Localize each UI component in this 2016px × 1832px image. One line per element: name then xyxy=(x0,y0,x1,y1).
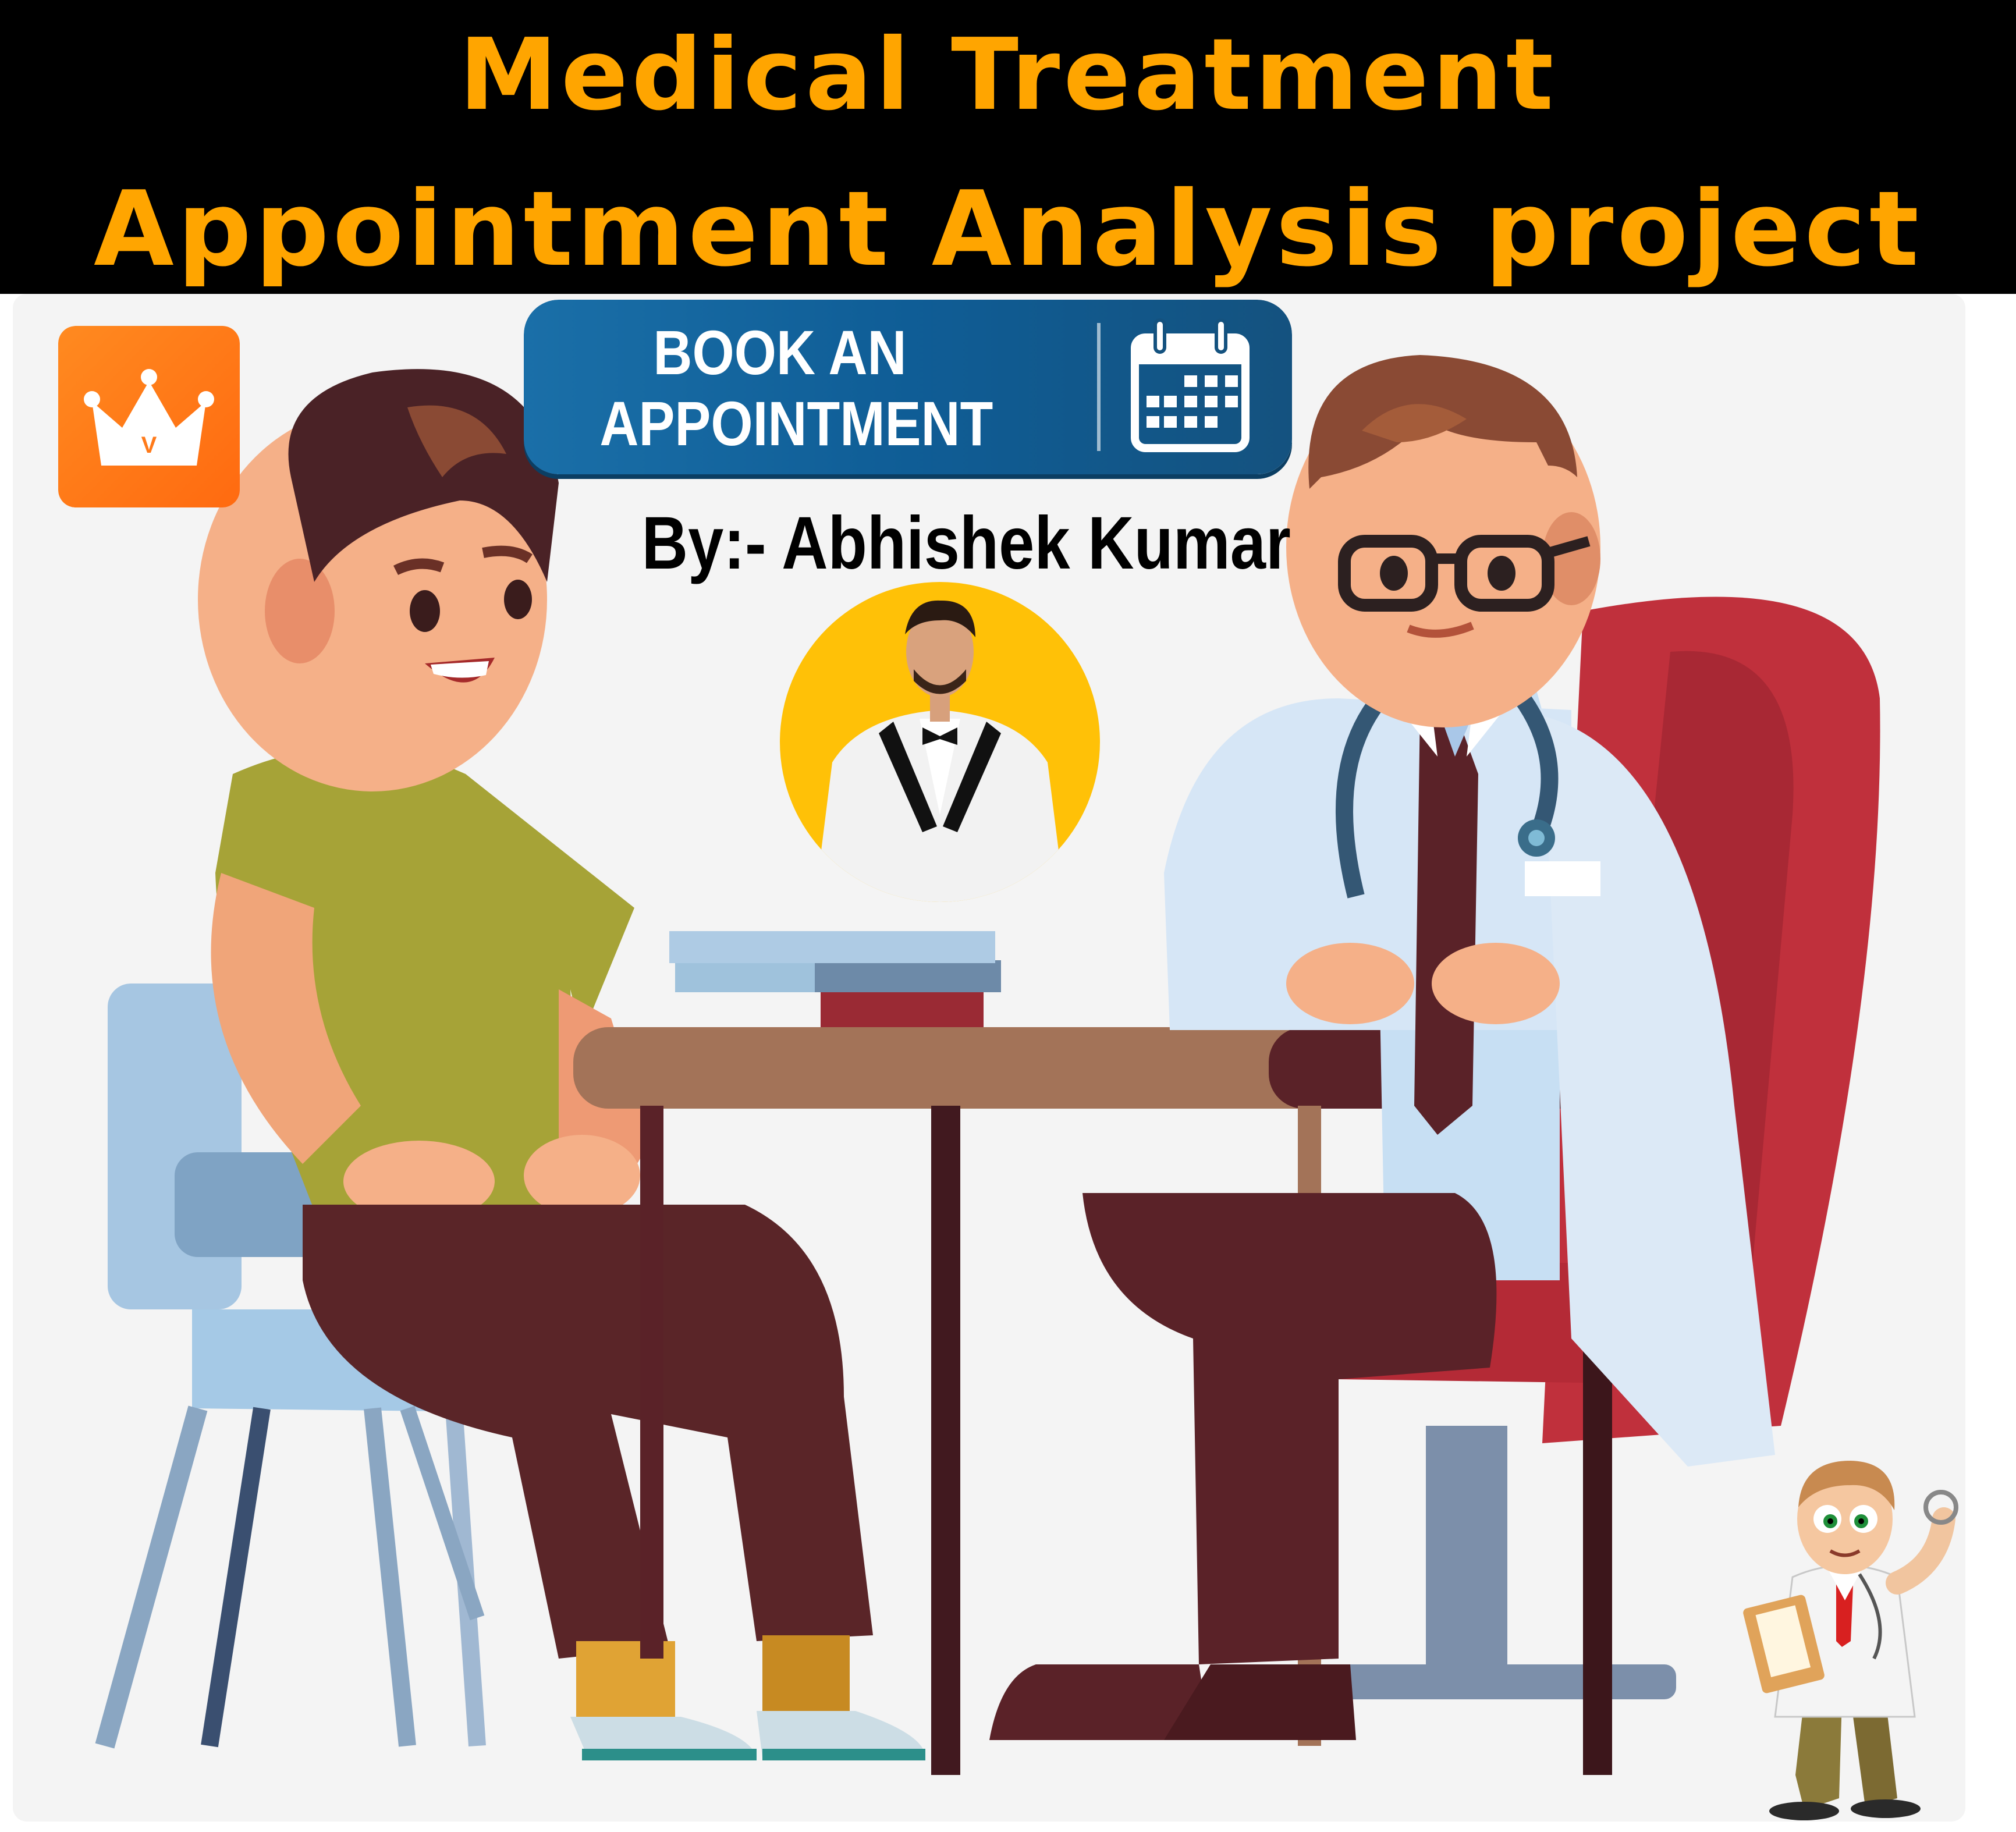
author-avatar xyxy=(780,582,1100,902)
doctor-consultation-illustration xyxy=(95,355,1880,1775)
book-appointment-label: BOOK AN APPOINTMENT xyxy=(599,317,993,459)
author-byline: By:- Abhishek Kumar xyxy=(641,502,1291,585)
doctor-mascot xyxy=(1743,1461,1958,1820)
book-appointment-button[interactable]: BOOK AN APPOINTMENT xyxy=(524,300,1292,474)
premium-badge[interactable]: V xyxy=(58,326,240,507)
button-divider xyxy=(1097,323,1101,451)
calendar-icon xyxy=(1131,318,1250,452)
badge-letter: V xyxy=(141,432,157,458)
